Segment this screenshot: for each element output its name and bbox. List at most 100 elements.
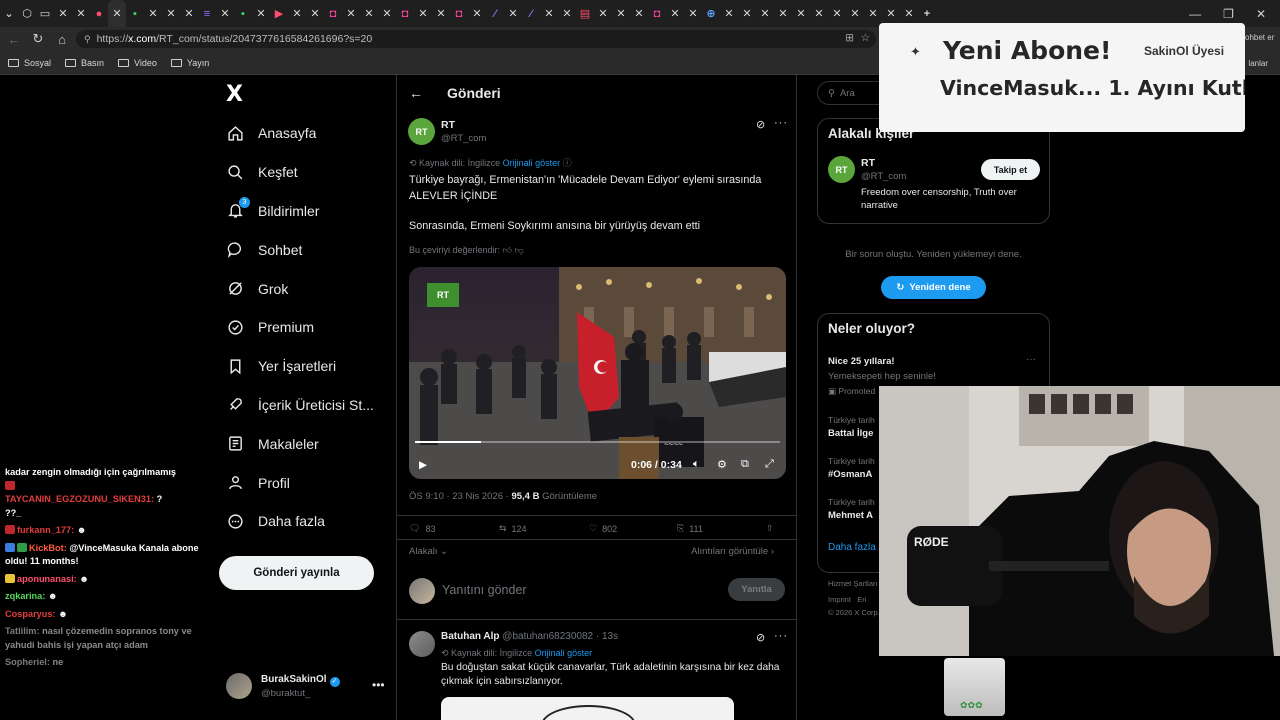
view-quotes-link[interactable]: Alıntıları görüntüle › xyxy=(691,546,774,557)
tab-close-icon[interactable]: ✕ xyxy=(828,5,846,23)
tab-close-icon[interactable]: ✕ xyxy=(468,5,486,23)
show-original-link[interactable]: Orijinali göster xyxy=(503,158,561,168)
trend-title[interactable]: #OsmanA xyxy=(828,469,872,480)
account-switcher[interactable]: BurakSakinOl ✓ @buraktut_ ••• xyxy=(226,672,386,702)
bookmark-folder-basin[interactable]: Basın xyxy=(65,58,104,68)
tab-close-icon[interactable]: ✕ xyxy=(306,5,324,23)
reply-avatar[interactable] xyxy=(409,631,435,657)
nav-item-profile[interactable]: Profil xyxy=(226,463,374,502)
new-tab-icon[interactable]: + xyxy=(918,5,936,23)
tab-close-icon[interactable]: ✕ xyxy=(792,5,810,23)
x-logo[interactable]: X xyxy=(226,82,243,107)
bookmark-folder-video[interactable]: Video xyxy=(118,58,157,68)
trend-title[interactable]: Mehmet A xyxy=(828,510,873,521)
tab-menu-icon[interactable]: ⌄ xyxy=(0,5,18,23)
tab-close-icon[interactable]: ✕ xyxy=(558,5,576,23)
tab-close-icon[interactable]: ✕ xyxy=(846,5,864,23)
tab-close-icon[interactable]: ✕ xyxy=(540,5,558,23)
tab-icon[interactable]: ▶ xyxy=(270,5,288,23)
tab-icon[interactable]: ▪ xyxy=(234,5,252,23)
play-icon[interactable]: ▶ xyxy=(419,459,427,471)
reload-icon[interactable]: ↻ xyxy=(26,27,50,51)
tab-close-icon[interactable]: ✕ xyxy=(666,5,684,23)
maximize-icon[interactable]: ❐ xyxy=(1223,7,1234,21)
tab-icon[interactable]: ▪ xyxy=(126,5,144,23)
bookmark-action[interactable]: ⎘ 111 xyxy=(677,523,703,534)
tab-icon[interactable]: ▤ xyxy=(576,5,594,23)
tab-close-icon[interactable]: ✕ xyxy=(360,5,378,23)
video-progress-bar[interactable] xyxy=(415,441,780,443)
tab-icon[interactable]: ◘ xyxy=(648,5,666,23)
repost-action[interactable]: ⇆ 124 xyxy=(499,523,527,534)
back-arrow-icon[interactable]: ← xyxy=(409,85,423,101)
fullscreen-icon[interactable]: ⤢ xyxy=(765,458,774,471)
tab-close-icon[interactable]: ✕ xyxy=(504,5,522,23)
author-avatar[interactable]: RT xyxy=(408,118,435,145)
tab-icon[interactable]: ⁄ xyxy=(486,5,504,23)
tab-close-icon[interactable]: ✕ xyxy=(684,5,702,23)
reply-submit-button[interactable]: Yanıtla xyxy=(728,578,785,601)
reply-input[interactable]: Yanıtını gönder xyxy=(442,583,527,597)
nav-item-bookmarks[interactable]: Yer İşaretleri xyxy=(226,347,374,386)
nav-item-explore[interactable]: Keşfet xyxy=(226,153,374,192)
tab-close-icon[interactable]: ✕ xyxy=(162,5,180,23)
back-icon[interactable]: ← xyxy=(2,27,26,51)
footer-link[interactable]: Imprint xyxy=(828,595,851,604)
close-icon[interactable]: ✕ xyxy=(1256,7,1266,21)
tab-icon[interactable]: ⊕ xyxy=(702,5,720,23)
more-dots-icon[interactable]: ··· xyxy=(774,117,788,129)
tab-close-icon[interactable]: ✕ xyxy=(144,5,162,23)
tab-icon[interactable]: ▭ xyxy=(36,5,54,23)
tab-close-icon[interactable]: ✕ xyxy=(900,5,918,23)
bookmark-star-icon[interactable]: ☆ xyxy=(861,32,870,44)
tab-close-icon[interactable]: ✕ xyxy=(774,5,792,23)
tab-icon[interactable]: ◘ xyxy=(324,5,342,23)
tab-icon[interactable]: ● xyxy=(90,5,108,23)
address-bar[interactable]: ⚲ https://x.com/RT_com/status/2047377616… xyxy=(76,30,876,48)
reply-action[interactable]: 🗨︎ 83 xyxy=(409,523,435,534)
tab-close-icon[interactable]: ✕ xyxy=(594,5,612,23)
picture-in-picture-icon[interactable]: ⧉ xyxy=(741,458,749,471)
footer-terms[interactable]: Hizmet Şartları xyxy=(828,579,878,588)
reply-author-name[interactable]: Batuhan Alp xyxy=(441,631,500,642)
author-handle[interactable]: @RT_com xyxy=(441,133,486,144)
site-info-icon[interactable]: ⚲ xyxy=(84,34,91,45)
tab-close-icon[interactable]: ✕ xyxy=(72,5,90,23)
more-dots-icon[interactable]: ··· xyxy=(774,630,788,642)
nav-item-premium[interactable]: Premium xyxy=(226,308,374,347)
tab-icon[interactable]: ◘ xyxy=(450,5,468,23)
follow-button[interactable]: Takip et xyxy=(981,159,1040,180)
nav-item-more[interactable]: Daha fazla xyxy=(226,502,374,541)
bookmark-folder-yayin[interactable]: Yayın xyxy=(170,58,209,68)
settings-gear-icon[interactable]: ⚙ xyxy=(717,458,727,471)
info-icon[interactable]: ⓘ xyxy=(563,158,572,168)
video-player[interactable]: ~~~~ RT ▶ 0:06 / 0:34 🔈︎ ⚙ ⧉ ⤢ xyxy=(409,267,786,479)
share-icon[interactable]: ⇧ xyxy=(766,523,774,534)
nav-item-notifications[interactable]: 3 Bildirimler xyxy=(226,192,374,231)
tab-close-icon[interactable]: ✕ xyxy=(216,5,234,23)
thumbs-down-icon[interactable]: 👎︎ xyxy=(514,245,523,255)
footer-link[interactable]: Eri xyxy=(857,595,866,604)
nav-item-articles[interactable]: Makaleler xyxy=(226,424,374,463)
minimize-icon[interactable]: — xyxy=(1189,7,1201,21)
tab-close-icon[interactable]: ✕ xyxy=(810,5,828,23)
tab-close-icon[interactable]: ✕ xyxy=(432,5,450,23)
tab-close-icon[interactable]: ✕ xyxy=(378,5,396,23)
tab-close-icon[interactable]: ✕ xyxy=(612,5,630,23)
tab-close-icon[interactable]: ✕ xyxy=(288,5,306,23)
volume-icon[interactable]: 🔈︎ xyxy=(693,458,700,471)
translate-icon[interactable]: ⊞ xyxy=(845,32,854,44)
tab-icon[interactable]: ≡ xyxy=(198,5,216,23)
tab-close-icon[interactable]: ✕ xyxy=(414,5,432,23)
like-action[interactable]: ♡ 802 xyxy=(589,523,617,534)
show-more-link[interactable]: Daha fazla xyxy=(828,542,876,553)
trend-title[interactable]: Nice 25 yıllara! xyxy=(828,356,895,367)
related-name[interactable]: RT xyxy=(861,157,875,169)
home-icon[interactable]: ⌂ xyxy=(50,27,74,51)
tab-icon[interactable]: ⁄ xyxy=(522,5,540,23)
tab-close-icon[interactable]: ✕ xyxy=(252,5,270,23)
nav-item-grok[interactable]: Grok xyxy=(226,269,374,308)
more-dots-icon[interactable]: ··· xyxy=(1026,354,1036,365)
tab-close-icon[interactable]: ✕ xyxy=(882,5,900,23)
nav-item-creator-studio[interactable]: İçerik Üreticisi St... xyxy=(226,386,374,425)
